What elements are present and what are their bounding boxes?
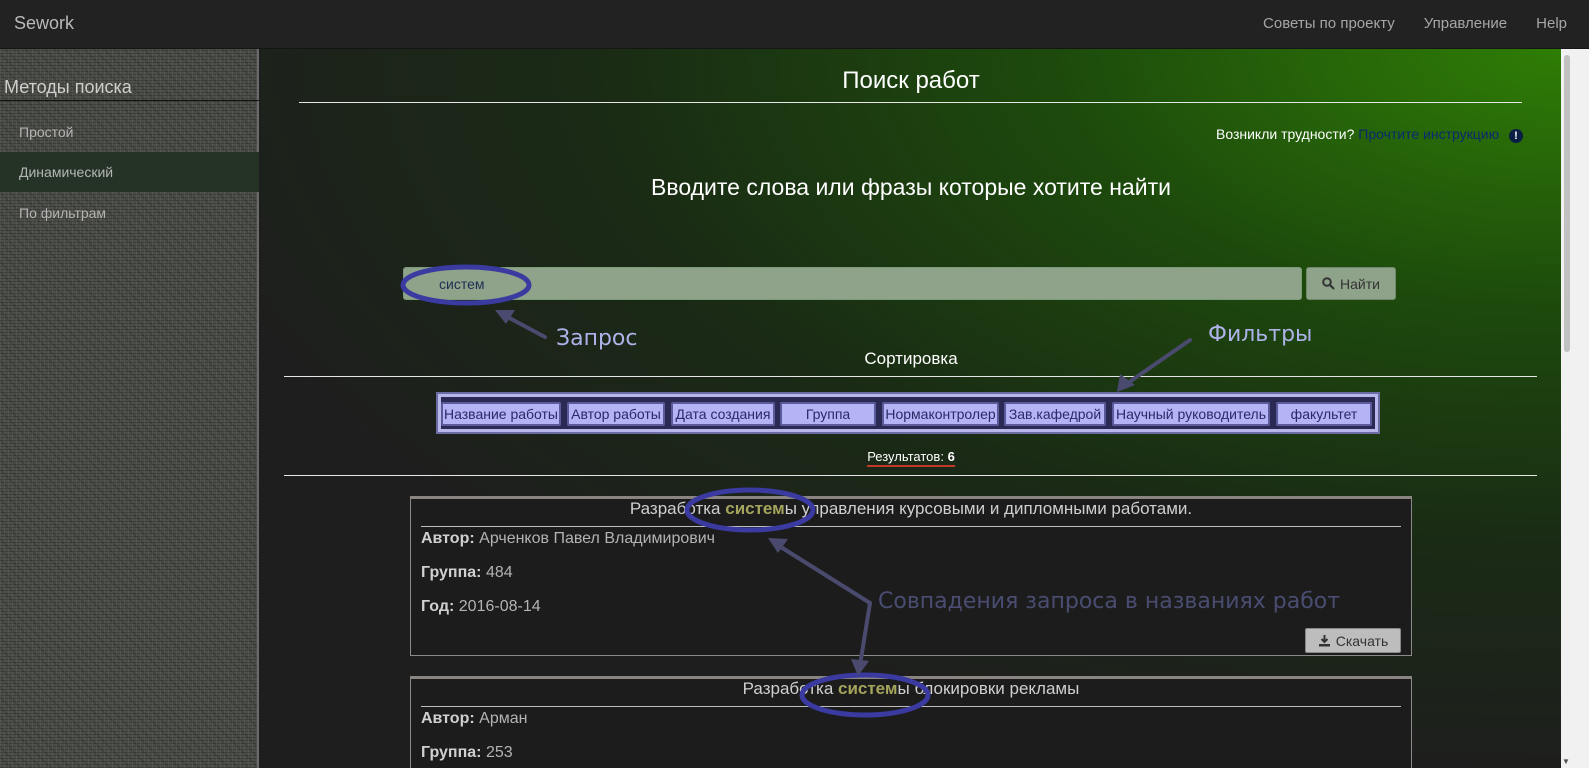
sort-button-title[interactable]: Название работы — [441, 402, 561, 426]
search-field[interactable] — [439, 268, 1039, 299]
match-highlight: систем — [838, 679, 898, 698]
results-label: Результатов: — [867, 449, 944, 464]
top-navbar: Sework Советы по проекту Управление Help — [0, 0, 1589, 49]
card-group: Группа: 253 — [421, 744, 513, 761]
card-title[interactable]: Разработка системы управления курсовыми … — [421, 499, 1401, 527]
download-icon — [1318, 635, 1330, 647]
sort-button-supervisor[interactable]: Научный руководитель — [1112, 402, 1270, 426]
sidebar-title: Методы поиска — [4, 77, 132, 97]
sidebar-item-dynamic[interactable]: Динамический — [0, 152, 259, 192]
instructions-link[interactable]: Прочтите инструкцию — [1358, 126, 1499, 142]
nav-link-management[interactable]: Управление — [1424, 15, 1507, 32]
match-highlight: систем — [725, 499, 785, 518]
annotation-query: Запрос — [556, 326, 638, 351]
sort-button-faculty[interactable]: факультет — [1276, 402, 1372, 426]
search-button[interactable]: Найти — [1306, 267, 1396, 300]
info-icon[interactable]: ! — [1509, 129, 1523, 143]
results-divider — [284, 475, 1537, 476]
sort-button-group[interactable]: Группа — [780, 402, 876, 426]
sidebar: Методы поиска Простой Динамический По фи… — [0, 49, 259, 768]
scrollbar[interactable]: ▼ — [1561, 49, 1589, 768]
sidebar-divider — [0, 100, 259, 101]
main-content: Поиск работ Возникли трудности? Прочтите… — [261, 49, 1561, 768]
card-title[interactable]: Разработка системы блокировки рекламы — [421, 679, 1401, 707]
card-author: Автор: Арман — [421, 710, 528, 727]
search-button-label: Найти — [1340, 275, 1380, 292]
annotation-matches: Совпадения запроса в названиях работ — [878, 589, 1341, 614]
brand-logo[interactable]: Sework — [14, 13, 74, 34]
help-line: Возникли трудности? Прочтите инструкцию … — [1216, 126, 1523, 143]
page-title: Поиск работ — [842, 67, 980, 94]
annotation-filters: Фильтры — [1208, 322, 1313, 347]
sort-divider — [284, 376, 1537, 377]
help-question: Возникли трудности? — [1215, 126, 1355, 142]
sort-label: Сортировка — [864, 349, 958, 368]
sort-button-author[interactable]: Автор работы — [567, 402, 665, 426]
scroll-down-arrow-icon[interactable]: ▼ — [1562, 757, 1570, 766]
title-divider — [299, 102, 1522, 103]
sort-button-date[interactable]: Дата создания — [671, 402, 775, 426]
sidebar-item-simple[interactable]: Простой — [0, 112, 259, 152]
search-icon — [1322, 277, 1335, 290]
search-input[interactable] — [403, 267, 1302, 300]
sort-toolbar-inner: Название работы Автор работы Дата создан… — [441, 397, 1375, 429]
nav-links: Советы по проекту Управление Help — [1263, 15, 1567, 32]
card-author: Автор: Арченков Павел Владимирович — [421, 530, 716, 547]
result-card: Разработка системы блокировки рекламы Ав… — [410, 676, 1412, 768]
sort-toolbar: Название работы Автор работы Дата создан… — [436, 392, 1380, 434]
download-button[interactable]: Скачать — [1305, 628, 1401, 653]
sort-button-normcontrol[interactable]: Нормаконтролер — [882, 402, 999, 426]
nav-link-help[interactable]: Help — [1536, 15, 1567, 32]
nav-link-tips[interactable]: Советы по проекту — [1263, 15, 1395, 32]
scrollbar-thumb[interactable] — [1564, 55, 1570, 352]
search-lead-text: Вводите слова или фразы которые хотите н… — [651, 174, 1171, 200]
results-number: 6 — [947, 449, 955, 464]
results-count: Результатов: 6 — [261, 449, 1561, 467]
sidebar-item-filters[interactable]: По фильтрам — [0, 193, 259, 233]
sort-button-head-of-dept[interactable]: Зав.кафедрой — [1004, 402, 1106, 426]
result-card: Разработка системы управления курсовыми … — [410, 496, 1412, 656]
